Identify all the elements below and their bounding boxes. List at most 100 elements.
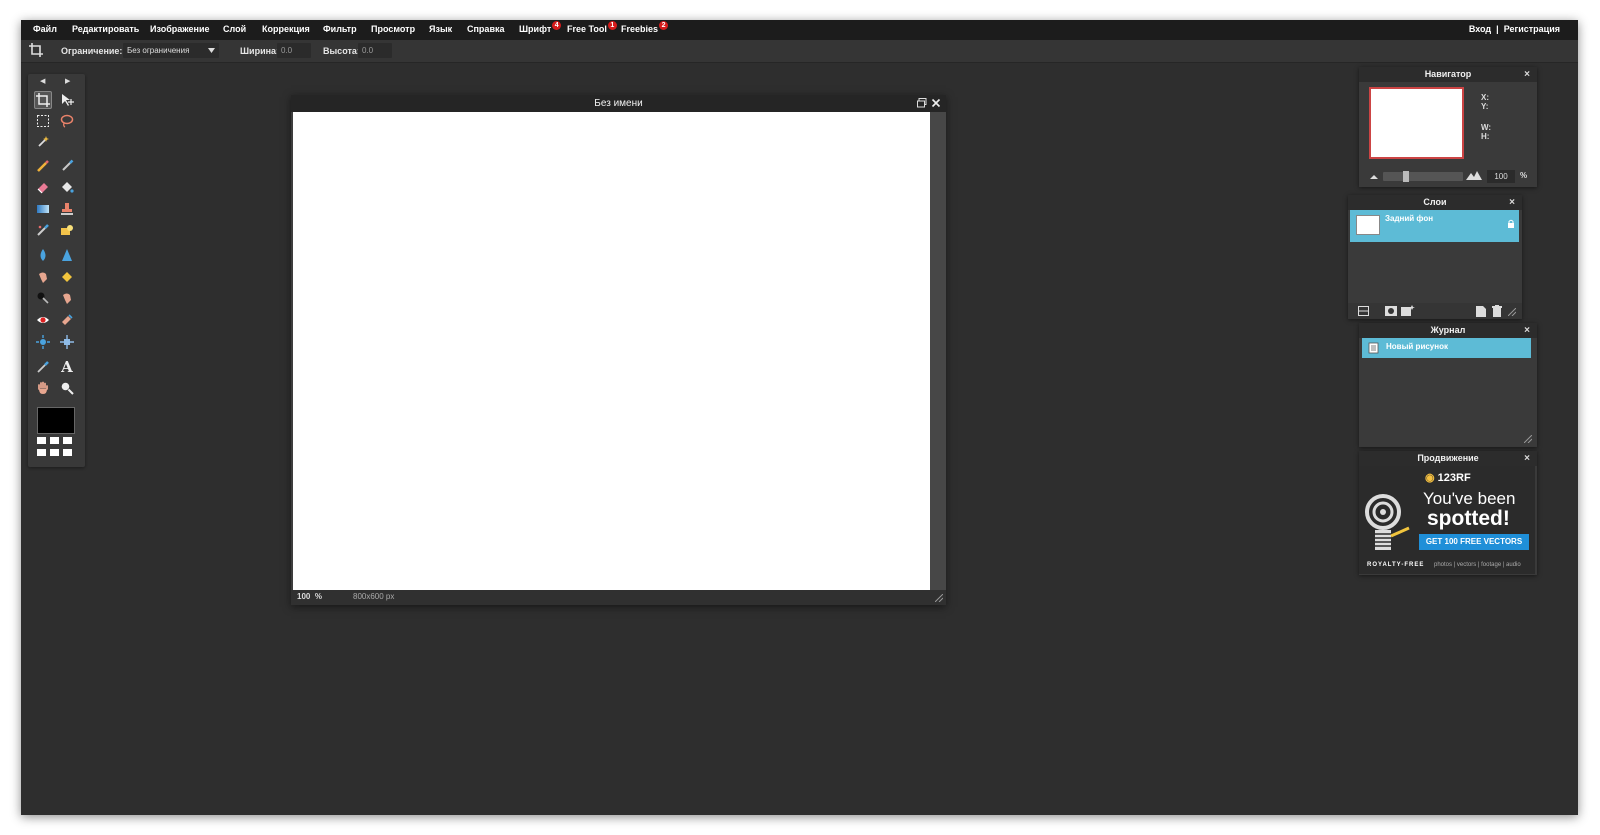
promo-headline-2: spotted! (1427, 507, 1510, 530)
width-input[interactable]: 0.0 (277, 43, 311, 58)
document-icon (1368, 342, 1379, 354)
menu-free-tool[interactable]: Free Tool 1 (567, 21, 617, 34)
menu-filter[interactable]: Фильтр (323, 24, 357, 34)
sharpen-tool-icon[interactable] (58, 246, 76, 264)
close-icon[interactable] (930, 97, 942, 109)
dodge-tool-icon[interactable] (58, 289, 76, 307)
layers-footer (1348, 303, 1522, 319)
document-title-bar[interactable]: Без имени (291, 95, 946, 112)
toolbox-collapse-right-icon[interactable]: ▶ (65, 77, 70, 85)
history-resize-icon[interactable] (1524, 435, 1532, 443)
layer-styles-icon[interactable] (1401, 305, 1415, 316)
promo-cta-button[interactable]: GET 100 FREE VECTORS (1419, 534, 1529, 550)
constraint-select[interactable]: Без ограничения (123, 43, 219, 58)
text-tool-icon[interactable]: A (58, 358, 76, 376)
menu-freebies[interactable]: Freebies 2 (621, 21, 669, 34)
crop-tool-icon[interactable] (34, 91, 52, 109)
eraser-tool-icon[interactable] (34, 178, 52, 196)
zoom-tool-icon[interactable] (58, 379, 76, 397)
history-header[interactable]: Журнал × (1359, 323, 1537, 338)
spot-heal-tool-icon[interactable] (58, 311, 76, 329)
resize-grip-icon[interactable] (935, 594, 943, 602)
toolbox-collapse-left-icon[interactable]: ◀ (40, 77, 45, 85)
menu-freebies-badge: 2 (659, 21, 669, 30)
navigator-zoom-input[interactable]: 100 (1487, 170, 1515, 183)
menu-bar: Файл Редактировать Изображение Слой Корр… (21, 20, 1578, 40)
layer-mask-icon[interactable] (1385, 306, 1397, 316)
navigator-close-icon[interactable]: × (1524, 67, 1530, 82)
menu-layer[interactable]: Слой (223, 24, 246, 34)
menu-font[interactable]: Шрифт 4 (519, 21, 562, 34)
zoom-out-icon[interactable] (1369, 173, 1379, 180)
menu-font-badge: 4 (552, 21, 562, 30)
pencil-tool-icon[interactable] (34, 157, 52, 175)
bloat-tool-icon[interactable] (34, 333, 52, 351)
height-input[interactable]: 0.0 (358, 43, 392, 58)
menu-adjust[interactable]: Коррекция (262, 24, 310, 34)
layers-close-icon[interactable]: × (1509, 195, 1515, 210)
document-status-bar: 100 % 800x600 px (291, 590, 946, 605)
marquee-tool-icon[interactable] (34, 112, 52, 130)
magic-wand-tool-icon[interactable] (34, 133, 52, 151)
history-close-icon[interactable]: × (1524, 323, 1530, 338)
zoom-in-icon[interactable] (1466, 170, 1482, 180)
navigator-zoom-knob[interactable] (1403, 171, 1409, 182)
layers-panel: Слои × Задний фон (1348, 195, 1522, 319)
navigator-h-label: H: (1481, 132, 1490, 141)
navigator-w-label: W: (1481, 123, 1492, 132)
menu-edit[interactable]: Редактировать (72, 24, 139, 34)
move-tool-icon[interactable] (58, 91, 76, 109)
navigator-zoom-slider[interactable] (1383, 171, 1463, 182)
brush-tool-icon[interactable] (58, 157, 76, 175)
promo-ad[interactable]: ◉ 123RF You've been spotted! GET 100 FRE… (1359, 466, 1535, 574)
gradient-tool-icon[interactable] (34, 200, 52, 218)
login-link[interactable]: Вход (1469, 24, 1491, 34)
menu-free-tool-badge: 1 (607, 21, 617, 30)
blur-tool-icon[interactable] (34, 246, 52, 264)
menu-image[interactable]: Изображение (150, 24, 210, 34)
paint-bucket-tool-icon[interactable] (58, 178, 76, 196)
menu-view[interactable]: Просмотр (371, 24, 415, 34)
sponge-tool-icon[interactable] (58, 268, 76, 286)
toolbox: ◀ ▶ A (28, 74, 85, 467)
image-canvas[interactable] (293, 112, 930, 590)
layer-thumbnail (1356, 215, 1380, 235)
layer-row[interactable]: Задний фон (1350, 210, 1519, 242)
crop-icon[interactable] (29, 43, 43, 57)
document-zoom[interactable]: 100 % (297, 590, 322, 604)
history-item[interactable]: Новый рисунок (1362, 338, 1531, 358)
promo-close-icon[interactable]: × (1524, 451, 1530, 466)
pinch-tool-icon[interactable] (58, 333, 76, 351)
clone-stamp-tool-icon[interactable] (58, 200, 76, 218)
burn-tool-icon[interactable] (34, 289, 52, 307)
layer-settings-icon[interactable] (1358, 306, 1369, 316)
new-layer-icon[interactable] (1476, 306, 1486, 317)
drawing-tool-icon[interactable] (58, 221, 76, 239)
menu-help[interactable]: Справка (467, 24, 504, 34)
document-scrollbar[interactable] (930, 112, 946, 590)
color-replace-tool-icon[interactable] (34, 221, 52, 239)
layers-resize-icon[interactable] (1508, 308, 1516, 316)
constraint-label: Ограничение: (61, 46, 123, 56)
maximize-icon[interactable] (916, 97, 928, 109)
grid-view-icon[interactable] (37, 437, 73, 459)
brand-logo-icon: ◉ (1425, 472, 1435, 484)
menu-file[interactable]: Файл (33, 24, 57, 34)
smudge-tool-icon[interactable] (34, 268, 52, 286)
lasso-tool-icon[interactable] (58, 112, 76, 130)
foreground-color-swatch[interactable] (37, 407, 75, 434)
chevron-down-icon (208, 48, 215, 53)
layers-header[interactable]: Слои × (1348, 195, 1522, 210)
navigator-thumbnail[interactable] (1369, 87, 1464, 159)
red-eye-tool-icon[interactable] (34, 311, 52, 329)
delete-layer-icon[interactable] (1492, 305, 1502, 317)
lock-icon[interactable] (1507, 219, 1515, 228)
promo-header[interactable]: Продвижение × (1359, 451, 1537, 466)
layers-title: Слои (1423, 197, 1447, 207)
color-picker-tool-icon[interactable] (34, 358, 52, 376)
navigator-y-label: Y: (1481, 102, 1489, 111)
navigator-header[interactable]: Навигатор × (1359, 67, 1537, 82)
menu-language[interactable]: Язык (429, 24, 452, 34)
hand-tool-icon[interactable] (34, 379, 52, 397)
register-link[interactable]: Регистрация (1504, 24, 1560, 34)
